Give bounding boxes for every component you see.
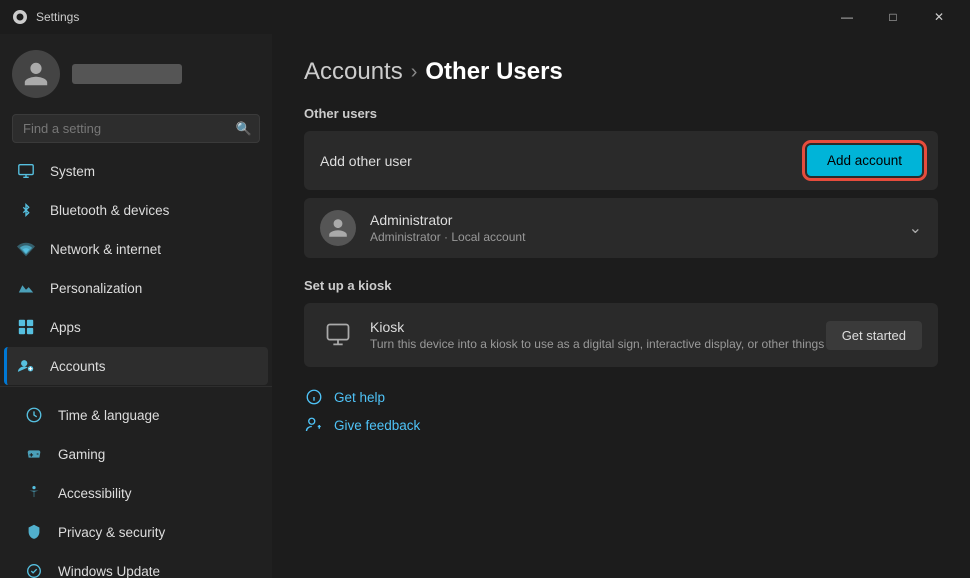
administrator-card: Administrator Administrator · Local acco… bbox=[304, 198, 938, 258]
titlebar-left: Settings bbox=[12, 9, 79, 25]
give-feedback-link[interactable]: Give feedback bbox=[304, 415, 938, 435]
user-expand-button[interactable]: ⌄ bbox=[909, 218, 922, 238]
kiosk-description: Turn this device into a kiosk to use as … bbox=[370, 337, 824, 351]
kiosk-icon bbox=[320, 317, 356, 353]
breadcrumb-current: Other Users bbox=[425, 58, 562, 86]
breadcrumb-separator: › bbox=[411, 61, 418, 84]
avatar-icon bbox=[22, 60, 50, 88]
breadcrumb-parent: Accounts bbox=[304, 58, 403, 86]
other-users-section-title: Other users bbox=[304, 106, 938, 121]
get-started-button[interactable]: Get started bbox=[826, 321, 922, 350]
sidebar-item-time[interactable]: Time & language bbox=[12, 396, 260, 434]
user-row: Administrator Administrator · Local acco… bbox=[304, 198, 938, 258]
bluetooth-icon bbox=[16, 200, 36, 220]
add-account-button[interactable]: Add account bbox=[807, 145, 922, 176]
accessibility-icon bbox=[24, 483, 44, 503]
user-avatar bbox=[320, 210, 356, 246]
sidebar: 🔍 System Bluetooth & devices Network & bbox=[0, 34, 272, 578]
titlebar-controls: — □ ✕ bbox=[824, 1, 962, 33]
sidebar-item-accessibility-label: Accessibility bbox=[58, 486, 132, 501]
kiosk-row: Kiosk Turn this device into a kiosk to u… bbox=[304, 303, 938, 367]
sidebar-item-system-label: System bbox=[50, 164, 95, 179]
breadcrumb: Accounts › Other Users bbox=[304, 58, 938, 86]
kiosk-section-title: Set up a kiosk bbox=[304, 278, 938, 293]
user-avatar-icon bbox=[327, 217, 349, 239]
kiosk-name: Kiosk bbox=[370, 319, 824, 335]
sidebar-item-personalization-label: Personalization bbox=[50, 281, 142, 296]
kiosk-details: Kiosk Turn this device into a kiosk to u… bbox=[370, 319, 824, 351]
sidebar-item-accounts-label: Accounts bbox=[50, 359, 106, 374]
sidebar-item-gaming[interactable]: Gaming bbox=[12, 435, 260, 473]
sidebar-item-time-label: Time & language bbox=[58, 408, 160, 423]
sidebar-item-gaming-label: Gaming bbox=[58, 447, 105, 462]
sidebar-item-accessibility[interactable]: Accessibility bbox=[12, 474, 260, 512]
gaming-icon bbox=[24, 444, 44, 464]
search-input[interactable] bbox=[12, 114, 260, 143]
user-type: Administrator · Local account bbox=[370, 230, 525, 244]
sidebar-item-privacy-label: Privacy & security bbox=[58, 525, 165, 540]
accounts-icon bbox=[16, 356, 36, 376]
sidebar-item-windows-update[interactable]: Windows Update bbox=[12, 552, 260, 578]
username-bar bbox=[72, 64, 182, 84]
sidebar-item-apps[interactable]: Apps bbox=[4, 308, 268, 346]
sidebar-header bbox=[0, 34, 272, 110]
sidebar-item-network[interactable]: Network & internet bbox=[4, 230, 268, 268]
add-other-user-label: Add other user bbox=[320, 153, 412, 169]
search-bar: 🔍 bbox=[12, 114, 260, 143]
privacy-icon bbox=[24, 522, 44, 542]
windows-update-icon bbox=[24, 561, 44, 578]
system-icon bbox=[16, 161, 36, 181]
help-section: Get help Give feedback bbox=[304, 387, 938, 435]
give-feedback-icon bbox=[304, 415, 324, 435]
titlebar-title: Settings bbox=[36, 10, 79, 24]
titlebar: Settings — □ ✕ bbox=[0, 0, 970, 34]
kiosk-card: Kiosk Turn this device into a kiosk to u… bbox=[304, 303, 938, 367]
sidebar-item-network-label: Network & internet bbox=[50, 242, 161, 257]
get-help-icon bbox=[304, 387, 324, 407]
network-icon bbox=[16, 239, 36, 259]
sidebar-item-apps-label: Apps bbox=[50, 320, 81, 335]
search-icon: 🔍 bbox=[236, 121, 252, 137]
add-other-user-card: Add other user Add account bbox=[304, 131, 938, 190]
main-content: Accounts › Other Users Other users Add o… bbox=[272, 34, 970, 578]
app-body: 🔍 System Bluetooth & devices Network & bbox=[0, 34, 970, 578]
user-info: Administrator Administrator · Local acco… bbox=[320, 210, 525, 246]
minimize-button[interactable]: — bbox=[824, 1, 870, 33]
sidebar-item-privacy[interactable]: Privacy & security bbox=[12, 513, 260, 551]
sidebar-item-accounts[interactable]: Accounts bbox=[4, 347, 268, 385]
maximize-button[interactable]: □ bbox=[870, 1, 916, 33]
add-other-user-row: Add other user Add account bbox=[304, 131, 938, 190]
sidebar-item-bluetooth-label: Bluetooth & devices bbox=[50, 203, 169, 218]
get-help-label: Get help bbox=[334, 390, 385, 405]
time-icon bbox=[24, 405, 44, 425]
user-name: Administrator bbox=[370, 212, 525, 228]
sidebar-item-personalization[interactable]: Personalization bbox=[4, 269, 268, 307]
close-button[interactable]: ✕ bbox=[916, 1, 962, 33]
personalization-icon bbox=[16, 278, 36, 298]
apps-icon bbox=[16, 317, 36, 337]
user-details: Administrator Administrator · Local acco… bbox=[370, 212, 525, 244]
sidebar-bottom: Time & language Gaming Accessibility Pri… bbox=[0, 386, 272, 578]
nav-items: System Bluetooth & devices Network & int… bbox=[0, 151, 272, 386]
sidebar-item-windows-update-label: Windows Update bbox=[58, 564, 160, 578]
get-help-link[interactable]: Get help bbox=[304, 387, 938, 407]
sidebar-item-system[interactable]: System bbox=[4, 152, 268, 190]
avatar bbox=[12, 50, 60, 98]
kiosk-info: Kiosk Turn this device into a kiosk to u… bbox=[320, 317, 824, 353]
settings-icon bbox=[12, 9, 28, 25]
sidebar-item-bluetooth[interactable]: Bluetooth & devices bbox=[4, 191, 268, 229]
give-feedback-label: Give feedback bbox=[334, 418, 420, 433]
